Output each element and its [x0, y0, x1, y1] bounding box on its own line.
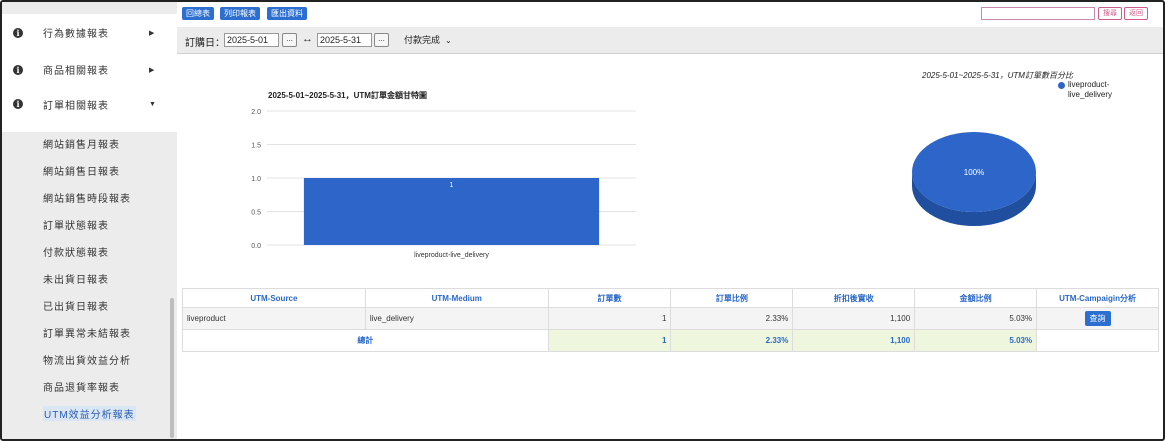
- back-button[interactable]: 返回: [1124, 7, 1148, 20]
- y-tick-label: 2.0: [251, 109, 261, 116]
- sidebar-item-label: UTM效益分析報表: [43, 406, 136, 421]
- sidebar-item-label: 物流出貨效益分析: [43, 356, 131, 367]
- table-header-row: UTM-Source UTM-Medium 訂單數 訂單比例 折扣後實收 金額比…: [182, 288, 1159, 308]
- print-report-button[interactable]: 列印報表: [220, 7, 260, 20]
- search-input[interactable]: [981, 7, 1095, 20]
- pie-chart: 100%: [912, 132, 1036, 226]
- start-date-input[interactable]: 2025-5-01: [224, 33, 279, 47]
- sidebar-group-label: 訂單相關報表: [43, 100, 109, 112]
- chevron-right-icon: ▶: [149, 66, 155, 74]
- sidebar-item-label: 網站銷售月報表: [43, 140, 120, 151]
- y-tick-label: 0.0: [251, 243, 261, 250]
- sidebar: i 行為數據報表 ▶ i 商品相關報表 ▶ i 訂單相關報表 ▼ 網站銷售月報表…: [2, 2, 177, 439]
- column-header: UTM-Campaigin分析: [1036, 288, 1159, 308]
- sidebar-group-label: 行為數據報表: [43, 29, 109, 40]
- column-header: 折扣後實收: [792, 288, 916, 308]
- bar-chart-title: 2025-5-01~2025-5-31，UTM訂單金額甘特圖: [268, 90, 427, 100]
- sidebar-item-unshipped[interactable]: 未出貨日報表: [2, 265, 177, 292]
- payment-status-select[interactable]: 付款完成 ⌄: [404, 33, 462, 47]
- legend-swatch: [1058, 82, 1065, 89]
- total-empty-cell: [1036, 329, 1159, 352]
- total-net-cell: 1,100: [792, 329, 916, 352]
- y-tick-label: 0.5: [251, 210, 261, 217]
- net-revenue-cell: 1,100: [792, 307, 916, 330]
- sidebar-item-label: 商品退貨率報表: [43, 383, 120, 394]
- sidebar-item-label: 訂單狀態報表: [43, 221, 109, 232]
- sidebar-submenu: 網站銷售月報表 網站銷售日報表 網站銷售時段報表 訂單狀態報表 付款狀態報表 未…: [2, 130, 177, 427]
- order-count-cell: 1: [547, 307, 672, 330]
- table-row: liveproduct live_delivery 1 2.33% 1,100 …: [182, 307, 1159, 330]
- query-button[interactable]: 查詢: [1084, 311, 1111, 326]
- sidebar-item-label: 付款狀態報表: [43, 248, 109, 259]
- bar-chart: 2025-5-01~2025-5-31，UTM訂單金額甘特圖 0.0 0.5 1.0…: [251, 90, 636, 259]
- sidebar-item-label: 已出貨日報表: [43, 302, 109, 313]
- utm-medium-cell: live_delivery: [364, 307, 549, 330]
- export-data-button[interactable]: 匯出資料: [267, 7, 307, 20]
- date-range-arrow: ↔: [302, 33, 313, 45]
- column-header: UTM-Source: [182, 288, 366, 308]
- sidebar-item-monthly-sales[interactable]: 網站銷售月報表: [2, 130, 177, 157]
- sidebar-scrollbar[interactable]: [170, 298, 174, 438]
- total-label: 總計: [182, 329, 549, 352]
- sidebar-group-behavior[interactable]: i 行為數據報表 ▶: [2, 14, 177, 51]
- sidebar-item-order-exception[interactable]: 訂單異常未結報表: [2, 319, 177, 346]
- column-header: 訂單數: [547, 288, 672, 308]
- sidebar-item-logistics[interactable]: 物流出貨效益分析: [2, 346, 177, 373]
- info-icon: i: [13, 99, 23, 109]
- order-ratio-cell: 2.33%: [670, 307, 794, 330]
- amount-ratio-cell: 5.03%: [914, 307, 1038, 330]
- payment-status-value: 付款完成: [404, 35, 441, 45]
- sidebar-groups: i 行為數據報表 ▶ i 商品相關報表 ▶ i 訂單相關報表 ▼: [2, 14, 177, 132]
- sidebar-item-utm[interactable]: UTM效益分析報表: [2, 400, 177, 427]
- chevron-right-icon: ▶: [149, 29, 155, 37]
- total-orders-cell: 1: [547, 329, 672, 352]
- sidebar-item-shipped[interactable]: 已出貨日報表: [2, 292, 177, 319]
- end-date-input[interactable]: 2025-5-31: [317, 33, 372, 47]
- x-tick-label: liveproduct-live_delivery: [414, 252, 489, 259]
- sidebar-item-return-rate[interactable]: 商品退貨率報表: [2, 373, 177, 400]
- toolbar: 回總表 列印報表 匯出資料 搜尋 返回: [177, 2, 1163, 26]
- legend-label: liveproduct-live_delivery: [1068, 80, 1113, 99]
- utm-source-cell: liveproduct: [182, 307, 366, 330]
- info-icon: i: [13, 27, 23, 38]
- total-order-ratio-cell: 2.33%: [670, 329, 794, 352]
- filter-bar: 訂購日： 2025-5-01 ... ↔ 2025-5-31 ... 付款完成 ⌄: [177, 27, 1163, 54]
- y-tick-label: 1.0: [251, 176, 261, 183]
- y-tick-label: 1.5: [251, 143, 261, 150]
- sidebar-group-label: 商品相關報表: [43, 66, 109, 77]
- column-header: 訂單比例: [670, 288, 794, 308]
- pie-chart-title: 2025-5-01~2025-5-31，UTM訂單數百分比: [922, 71, 1073, 80]
- order-date-label: 訂購日：: [185, 38, 225, 49]
- sidebar-item-payment-status[interactable]: 付款狀態報表: [2, 238, 177, 265]
- chevron-down-icon: ⌄: [445, 36, 452, 45]
- sidebar-group-orders[interactable]: i 訂單相關報表 ▼: [2, 88, 177, 120]
- campaign-analysis-cell: 查詢: [1036, 307, 1159, 330]
- bar-data-label: 1: [450, 182, 454, 189]
- sidebar-item-label: 網站銷售日報表: [43, 167, 120, 178]
- app-window: i 行為數據報表 ▶ i 商品相關報表 ▶ i 訂單相關報表 ▼ 網站銷售月報表…: [0, 0, 1165, 441]
- chevron-down-icon: ▼: [149, 100, 156, 108]
- sidebar-group-product[interactable]: i 商品相關報表 ▶: [2, 51, 177, 88]
- sidebar-item-hourly-sales[interactable]: 網站銷售時段報表: [2, 184, 177, 211]
- end-date-picker-button[interactable]: ...: [374, 33, 389, 47]
- pie-slice-label: 100%: [964, 168, 984, 177]
- sidebar-item-label: 未出貨日報表: [43, 275, 109, 286]
- column-header: 金額比例: [914, 288, 1038, 308]
- search-button[interactable]: 搜尋: [1098, 7, 1122, 20]
- total-amount-ratio-cell: 5.03%: [914, 329, 1038, 352]
- main-content: 回總表 列印報表 匯出資料 搜尋 返回 訂購日： 2025-5-01 ... ↔…: [177, 2, 1163, 439]
- sidebar-item-label: 網站銷售時段報表: [43, 194, 131, 205]
- table-total-row: 總計 1 2.33% 1,100 5.03%: [182, 329, 1159, 352]
- sidebar-item-order-status[interactable]: 訂單狀態報表: [2, 211, 177, 238]
- summary-button[interactable]: 回總表: [182, 7, 214, 20]
- sidebar-item-label: 訂單異常未結報表: [43, 329, 131, 340]
- start-date-picker-button[interactable]: ...: [282, 33, 297, 47]
- info-icon: i: [13, 64, 23, 75]
- sidebar-item-daily-sales[interactable]: 網站銷售日報表: [2, 157, 177, 184]
- utm-table: UTM-Source UTM-Medium 訂單數 訂單比例 折扣後實收 金額比…: [182, 288, 1159, 352]
- column-header: UTM-Medium: [364, 288, 549, 308]
